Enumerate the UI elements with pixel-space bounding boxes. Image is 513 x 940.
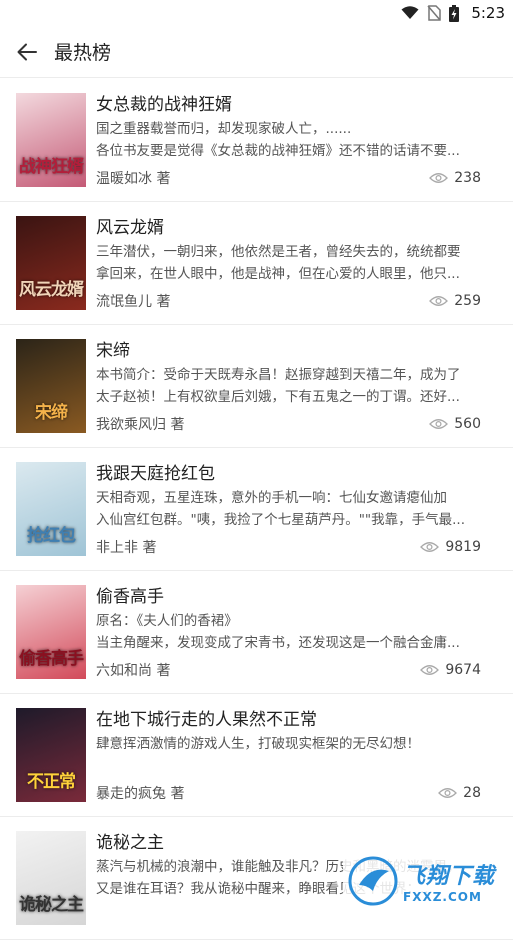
watermark-title: 飞翔下载: [403, 864, 496, 889]
book-description: 三年潜伏，一朝归来，他依然是王者，曾经失去的，统统都要 拿回来，在世人眼中，他是战…: [96, 241, 483, 285]
book-list-item[interactable]: 战神狂婿 女总裁的战神狂婿国之重器载誉而归，却发现家破人亡，...... 各位书友要…: [0, 79, 513, 202]
view-count: 560: [429, 416, 481, 432]
book-author: 暴走的疯兔 著: [96, 786, 185, 802]
book-list-item[interactable]: 风云龙婿 风云龙婿 三年潜伏，一朝归来，他依然是王者，曾经失去的，统统都要 拿回来，在…: [0, 202, 513, 325]
book-list-item[interactable]: 宋缔 宋缔 本书简介：受命于天既寿永昌！赵振穿越到天禧二年，成为了 太子赵祯！上有权欲…: [0, 325, 513, 448]
book-meta: 六如和尚 著 9674: [96, 659, 481, 681]
book-title: 偷香高手: [96, 587, 164, 607]
book-meta: 非上非 著 9819: [96, 536, 481, 558]
book-info: 我跟天庭抢红包天相奇观，五星连珠，意外的手机一响：七仙女邀请瘪仙加入仙宫红包群。…: [96, 462, 483, 531]
book-description-line: 当主角醒来，发现变成了宋青书，还发现这是一个融合金庸...: [96, 635, 460, 651]
view-count: 238: [429, 170, 481, 186]
status-time: 5:23: [471, 4, 505, 22]
view-count: 28: [438, 785, 481, 801]
view-count-value: 238: [454, 170, 481, 186]
book-meta: 暴走的疯兔 著 28: [96, 782, 481, 804]
book-info: 在地下城行走的人果然不正常肆意挥洒激情的游戏人生，打破现实框架的无尽幻想！: [96, 708, 483, 777]
book-title: 我跟天庭抢红包: [96, 464, 215, 484]
view-count: 259: [429, 293, 481, 309]
wifi-icon: [401, 6, 419, 19]
book-meta: 温暖如冰 著 238: [96, 167, 481, 189]
book-cover-title: 抢红包: [27, 526, 76, 546]
site-watermark: 飞翔下载 FXXZ.COM: [343, 850, 513, 912]
page-title: 最热榜: [54, 42, 112, 64]
view-count-value: 259: [454, 293, 481, 309]
watermark-url: FXXZ.COM: [403, 890, 482, 904]
book-cover-title: 风云龙婿: [19, 280, 84, 300]
eye-icon: [420, 665, 440, 675]
book-cover: 战神狂婿: [16, 93, 86, 187]
book-cover-title: 偷香高手: [19, 649, 84, 669]
book-description-line: 各位书友要是觉得《女总裁的战神狂婿》还不错的话请不要...: [96, 143, 460, 159]
book-description-line: 太子赵祯！上有权欲皇后刘娥，下有五鬼之一的丁谓。还好...: [96, 389, 460, 405]
book-cover-title: 不正常: [27, 772, 76, 792]
book-meta: 流氓鱼儿 著 259: [96, 290, 481, 312]
eye-icon: [429, 173, 449, 183]
view-count: 9674: [420, 662, 481, 678]
view-count-value: 9674: [445, 662, 481, 678]
view-count-value: 28: [463, 785, 481, 801]
book-cover-title: 战神狂婿: [19, 157, 84, 177]
eye-icon: [420, 542, 440, 552]
book-title: 风云龙婿: [96, 218, 164, 238]
watermark-logo-icon: [348, 856, 398, 906]
book-description: 原名：《夫人们的香裙》当主角醒来，发现变成了宋青书，还发现这是一个融合金庸...: [96, 610, 483, 654]
status-bar: 5:23: [0, 0, 513, 26]
book-cover: 宋缔: [16, 339, 86, 433]
book-description: 国之重器载誉而归，却发现家破人亡，...... 各位书友要是觉得《女总裁的战神狂婿…: [96, 118, 483, 162]
book-description-line: 三年潜伏，一朝归来，他依然是王者，曾经失去的，统统都要: [96, 244, 461, 260]
battery-charging-icon: [449, 4, 460, 22]
book-title: 女总裁的战神狂婿: [96, 95, 232, 115]
book-meta: 我欲乘风归 著 560: [96, 413, 481, 435]
book-description: 肆意挥洒激情的游戏人生，打破现实框架的无尽幻想！: [96, 733, 483, 777]
book-author: 流氓鱼儿 著: [96, 294, 171, 310]
book-cover: 诡秘之主: [16, 831, 86, 925]
book-cover: 风云龙婿: [16, 216, 86, 310]
book-cover-title: 诡秘之主: [19, 895, 84, 915]
book-author: 六如和尚 著: [96, 663, 171, 679]
book-cover: 抢红包: [16, 462, 86, 556]
eye-icon: [438, 788, 458, 798]
book-description: 天相奇观，五星连珠，意外的手机一响：七仙女邀请瘪仙加入仙宫红包群。"咦，我捡了个…: [96, 487, 483, 531]
book-author: 温暖如冰 著: [96, 171, 171, 187]
view-count-value: 560: [454, 416, 481, 432]
no-sim-icon: [427, 5, 442, 21]
book-title: 在地下城行走的人果然不正常: [96, 710, 317, 730]
view-count: 9819: [420, 539, 481, 555]
book-info: 风云龙婿三年潜伏，一朝归来，他依然是王者，曾经失去的，统统都要 拿回来，在世人眼中…: [96, 216, 483, 285]
book-description-line: 肆意挥洒激情的游戏人生，打破现实框架的无尽幻想！: [96, 736, 420, 752]
book-cover: 偷香高手: [16, 585, 86, 679]
book-description-line: 原名：《夫人们的香裙》: [96, 613, 238, 629]
book-description-line: 天相奇观，五星连珠，意外的手机一响：七仙女邀请瘪仙加: [96, 490, 447, 506]
book-list-item[interactable]: 抢红包 我跟天庭抢红包 天相奇观，五星连珠，意外的手机一响：七仙女邀请瘪仙加 入仙宫红…: [0, 448, 513, 571]
book-info: 偷香高手原名：《夫人们的香裙》当主角醒来，发现变成了宋青书，还发现这是一个融合金…: [96, 585, 483, 654]
book-description: 本书简介：受命于天既寿永昌！赵振穿越到天禧二年，成为了 太子赵祯！上有权欲皇后刘娥…: [96, 364, 483, 408]
arrow-back-icon: [17, 43, 37, 60]
book-author: 非上非 著: [96, 540, 157, 556]
book-description-line: 拿回来，在世人眼中，他是战神，但在心爱的人眼里，他只...: [96, 266, 460, 282]
eye-icon: [429, 296, 449, 306]
book-cover-title: 宋缔: [35, 403, 68, 423]
book-description-line: 国之重器载誉而归，却发现家破人亡，......: [96, 121, 352, 137]
book-info: 宋缔本书简介：受命于天既寿永昌！赵振穿越到天禧二年，成为了 太子赵祯！上有权欲皇后…: [96, 339, 483, 408]
book-list-item[interactable]: 偷香高手 偷香高手 原名：《夫人们的香裙》 当主角醒来，发现变成了宋青书，还发现这是一…: [0, 571, 513, 694]
view-count-value: 9819: [445, 539, 481, 555]
book-author: 我欲乘风归 著: [96, 417, 185, 433]
book-title: 宋缔: [96, 341, 130, 361]
book-description-line: 本书简介：受命于天既寿永昌！赵振穿越到天禧二年，成为了: [96, 367, 461, 383]
book-description-line: 入仙宫红包群。"咦，我捡了个七星葫芦丹。""我靠，手气最...: [96, 512, 466, 528]
book-cover: 不正常: [16, 708, 86, 802]
back-button[interactable]: [0, 26, 54, 78]
book-list-item[interactable]: 不正常 在地下城行走的人果然不正常 肆意挥洒激情的游戏人生，打破现实框架的无尽幻想！…: [0, 694, 513, 817]
book-info: 女总裁的战神狂婿国之重器载誉而归，却发现家破人亡，...... 各位书友要是觉得《…: [96, 93, 483, 162]
eye-icon: [429, 419, 449, 429]
toolbar: 最热榜: [0, 26, 513, 78]
book-list: 战神狂婿 女总裁的战神狂婿国之重器载誉而归，却发现家破人亡，...... 各位书友要…: [0, 79, 513, 940]
